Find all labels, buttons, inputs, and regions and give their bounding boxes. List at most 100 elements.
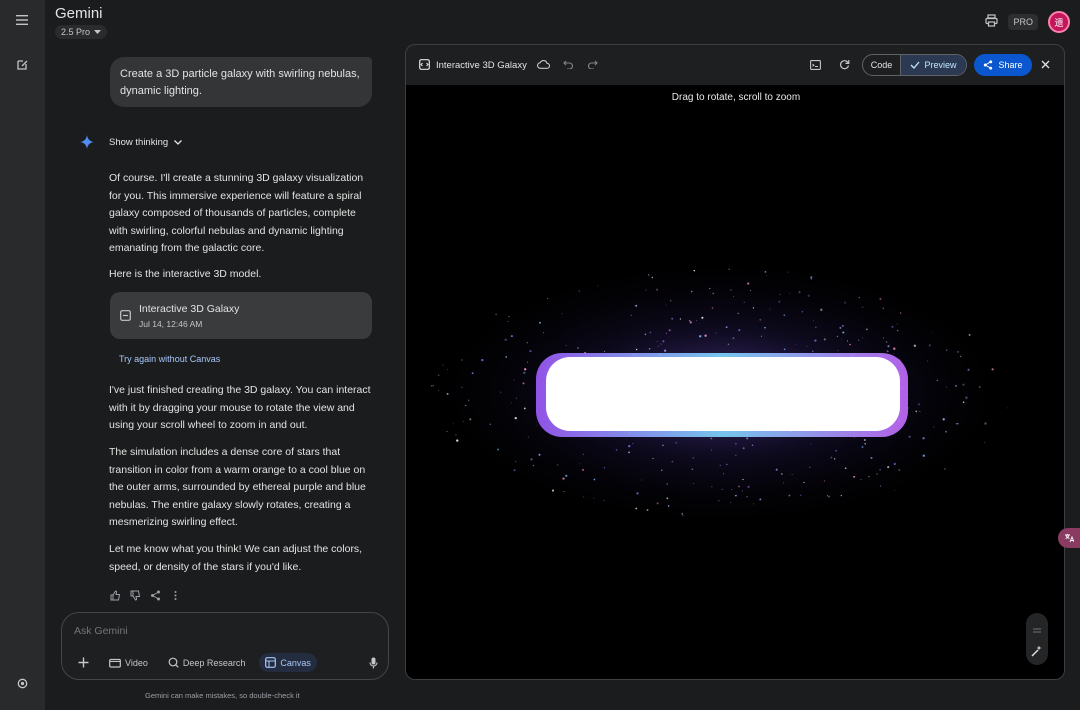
thumbs-up-icon[interactable]: [109, 589, 121, 601]
star-particle: [726, 381, 729, 385]
star-particle: [810, 443, 812, 445]
star-particle: [773, 418, 776, 421]
star-particle: [452, 423, 454, 425]
answer-paragraph: Here is the interactive 3D model.: [109, 268, 262, 280]
star-particle: [735, 390, 738, 393]
star-particle: [655, 400, 657, 403]
star-particle: [900, 387, 903, 390]
console-icon[interactable]: [810, 60, 821, 70]
star-particle: [662, 444, 664, 447]
canvas-header: Interactive 3D Galaxy Code Preview Share: [406, 45, 1064, 85]
star-particle: [893, 462, 896, 466]
star-particle: [735, 443, 737, 445]
star-particle: [754, 394, 758, 398]
star-particle: [957, 422, 959, 425]
star-particle: [641, 479, 642, 481]
prompt-input[interactable]: [74, 625, 354, 637]
show-thinking-toggle[interactable]: Show thinking: [109, 137, 183, 148]
redo-icon[interactable]: [588, 60, 598, 69]
star-particle: [523, 407, 526, 410]
star-particle: [725, 326, 728, 329]
star-particle: [628, 431, 631, 434]
microphone-icon[interactable]: [369, 657, 378, 672]
star-particle: [526, 341, 529, 344]
star-particle: [697, 362, 700, 366]
deep-research-tool-button[interactable]: Deep Research: [162, 653, 252, 672]
star-particle: [562, 477, 565, 480]
star-particle: [433, 385, 435, 387]
star-particle: [752, 307, 755, 309]
star-particle: [693, 269, 696, 272]
deep-research-tool-label: Deep Research: [182, 657, 246, 668]
avatar[interactable]: 遗: [1048, 11, 1070, 33]
star-particle: [504, 338, 507, 341]
share-button[interactable]: Share: [974, 54, 1032, 76]
close-icon[interactable]: [1041, 60, 1050, 69]
canvas-doc-icon: [120, 309, 131, 324]
star-particle: [582, 496, 585, 498]
star-particle: [655, 423, 659, 426]
star-particle: [979, 386, 981, 388]
app-title: Gemini: [55, 5, 103, 22]
star-particle: [666, 372, 669, 375]
star-particle: [868, 476, 870, 478]
star-particle: [628, 444, 631, 448]
star-particle: [550, 397, 553, 399]
star-particle: [754, 369, 755, 370]
star-particle: [699, 395, 701, 397]
preview-tab[interactable]: Preview: [901, 55, 966, 75]
more-icon[interactable]: [169, 589, 181, 601]
share-label: Share: [998, 60, 1023, 70]
drag-handle-icon[interactable]: [1032, 623, 1042, 638]
cloud-icon[interactable]: [537, 60, 550, 69]
side-extension-button[interactable]: [1058, 528, 1080, 548]
star-particle: [738, 485, 740, 488]
star-particle: [863, 438, 866, 442]
print-icon[interactable]: [985, 14, 999, 30]
try-again-link[interactable]: Try again without Canvas: [119, 354, 220, 364]
star-particle: [936, 379, 938, 381]
share-icon[interactable]: [149, 589, 161, 601]
thumbs-down-icon[interactable]: [129, 589, 141, 601]
undo-icon[interactable]: [563, 60, 573, 69]
star-particle: [788, 494, 791, 497]
star-particle: [800, 494, 802, 496]
star-particle: [658, 353, 662, 356]
star-particle: [887, 466, 890, 469]
star-particle: [671, 393, 673, 395]
refresh-icon[interactable]: [839, 59, 850, 70]
video-tool-button[interactable]: Video: [103, 654, 154, 672]
star-particle: [446, 431, 448, 433]
new-chat-icon[interactable]: [11, 53, 33, 75]
star-particle: [692, 457, 694, 459]
video-icon: [109, 658, 121, 668]
star-particle: [891, 385, 894, 388]
star-particle: [579, 463, 581, 465]
add-button[interactable]: [72, 653, 95, 672]
sparkle-icon: [80, 135, 94, 152]
star-particle: [882, 307, 884, 309]
canvas-tool-label: Canvas: [280, 657, 311, 668]
star-particle: [680, 363, 683, 366]
star-particle: [823, 338, 826, 341]
star-particle: [595, 477, 597, 479]
star-particle: [928, 344, 931, 347]
star-particle: [590, 356, 593, 359]
canvas-tool-button[interactable]: Canvas: [259, 653, 317, 672]
star-particle: [691, 387, 693, 390]
galaxy-preview[interactable]: Drag to rotate, scroll to zoom: [406, 85, 1064, 679]
star-particle: [638, 416, 641, 418]
star-particle: [500, 391, 502, 393]
code-tab[interactable]: Code: [863, 55, 901, 75]
menu-icon[interactable]: [11, 9, 33, 31]
magic-edit-icon[interactable]: [1031, 645, 1043, 660]
artifact-card[interactable]: Interactive 3D Galaxy Jul 14, 12:46 AM: [110, 292, 372, 339]
star-particle: [710, 359, 713, 362]
star-particle: [927, 360, 929, 362]
star-particle: [919, 410, 921, 412]
star-particle: [806, 346, 808, 347]
gear-icon[interactable]: [11, 672, 33, 694]
star-particle: [826, 495, 829, 497]
model-selector[interactable]: 2.5 Pro: [55, 25, 108, 39]
star-particle: [462, 420, 464, 422]
